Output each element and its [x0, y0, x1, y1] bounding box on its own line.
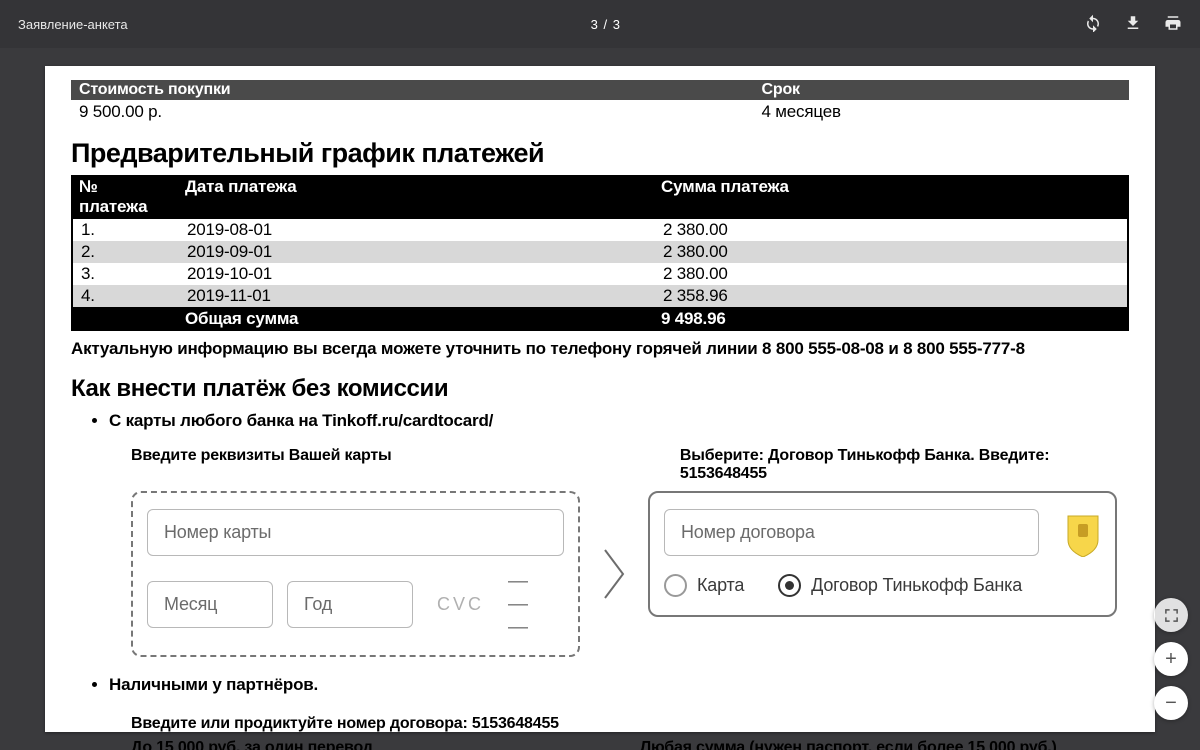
left-card-caption: Введите реквизиты Вашей карты: [131, 447, 620, 465]
contract-note: Введите или продиктуйте номер договора: …: [131, 715, 1129, 733]
cvc-label: CVC: [437, 594, 484, 615]
schedule-table: № платежа Дата платежа Сумма платежа 1. …: [71, 175, 1129, 331]
cost-value: 9 500.00 р.: [71, 100, 754, 124]
document-title: Заявление-анкета: [18, 17, 128, 32]
partner-limit-right: Любая сумма (нужен паспорт, если более 1…: [640, 739, 1129, 750]
term-value: 4 месяцев: [754, 100, 1161, 124]
purchase-values: 9 500.00 р. 4 месяцев: [71, 100, 1129, 124]
rotate-icon[interactable]: [1084, 14, 1102, 35]
partner-limit-left: До 15 000 руб. за один перевод: [131, 739, 620, 750]
print-icon[interactable]: [1164, 14, 1182, 35]
month-field[interactable]: Месяц: [147, 581, 273, 628]
table-row: 2. 2019-09-01 2 380.00: [71, 241, 1129, 263]
purchase-header: Стоимость покупки Срок: [71, 80, 1129, 100]
pay-method-cash: Наличными у партнёров.: [109, 675, 1129, 695]
col-date: Дата платежа: [177, 175, 653, 219]
total-value: 9 498.96: [653, 307, 1129, 331]
pay-method-card: С карты любого банка на Tinkoff.ru/cardt…: [109, 411, 1129, 431]
term-label: Срок: [754, 80, 1161, 100]
download-icon[interactable]: [1124, 14, 1142, 35]
table-row: 4. 2019-11-01 2 358.96: [71, 285, 1129, 307]
zoom-out-button[interactable]: −: [1154, 686, 1188, 720]
card-number-field[interactable]: Номер карты: [147, 509, 564, 556]
col-sum: Сумма платежа: [653, 175, 1129, 219]
cost-label: Стоимость покупки: [71, 80, 754, 100]
radio-contract[interactable]: Договор Тинькофф Банка: [778, 574, 1022, 597]
table-row: 1. 2019-08-01 2 380.00: [71, 219, 1129, 241]
tinkoff-shield-icon: [1065, 513, 1101, 557]
table-row: 3. 2019-10-01 2 380.00: [71, 263, 1129, 285]
col-num: № платежа: [71, 175, 177, 219]
total-label: Общая сумма: [177, 307, 653, 331]
fit-page-button[interactable]: [1154, 598, 1188, 632]
schedule-heading: Предварительный график платежей: [71, 138, 1129, 169]
page-indicator: 3 / 3: [591, 17, 621, 32]
payment-heading: Как внести платёж без комиссии: [71, 375, 1129, 403]
card-entry-form: Номер карты Месяц Год CVC — — —: [131, 491, 580, 657]
arrow-right-icon: [584, 491, 644, 657]
contract-entry-form: Номер договора Карта Договор Тинькофф Ба…: [648, 491, 1117, 617]
hotline-text: Актуальную информацию вы всегда можете у…: [71, 339, 1129, 359]
year-field[interactable]: Год: [287, 581, 413, 628]
contract-number-field[interactable]: Номер договора: [664, 509, 1039, 556]
cvc-dashes: — — —: [508, 570, 564, 639]
zoom-in-button[interactable]: +: [1154, 642, 1188, 676]
radio-card[interactable]: Карта: [664, 574, 744, 597]
right-card-caption: Выберите: Договор Тинькофф Банка. Введит…: [680, 447, 1129, 483]
pdf-toolbar: Заявление-анкета 3 / 3: [0, 0, 1200, 48]
document-page: Стоимость покупки Срок 9 500.00 р. 4 мес…: [45, 66, 1155, 732]
